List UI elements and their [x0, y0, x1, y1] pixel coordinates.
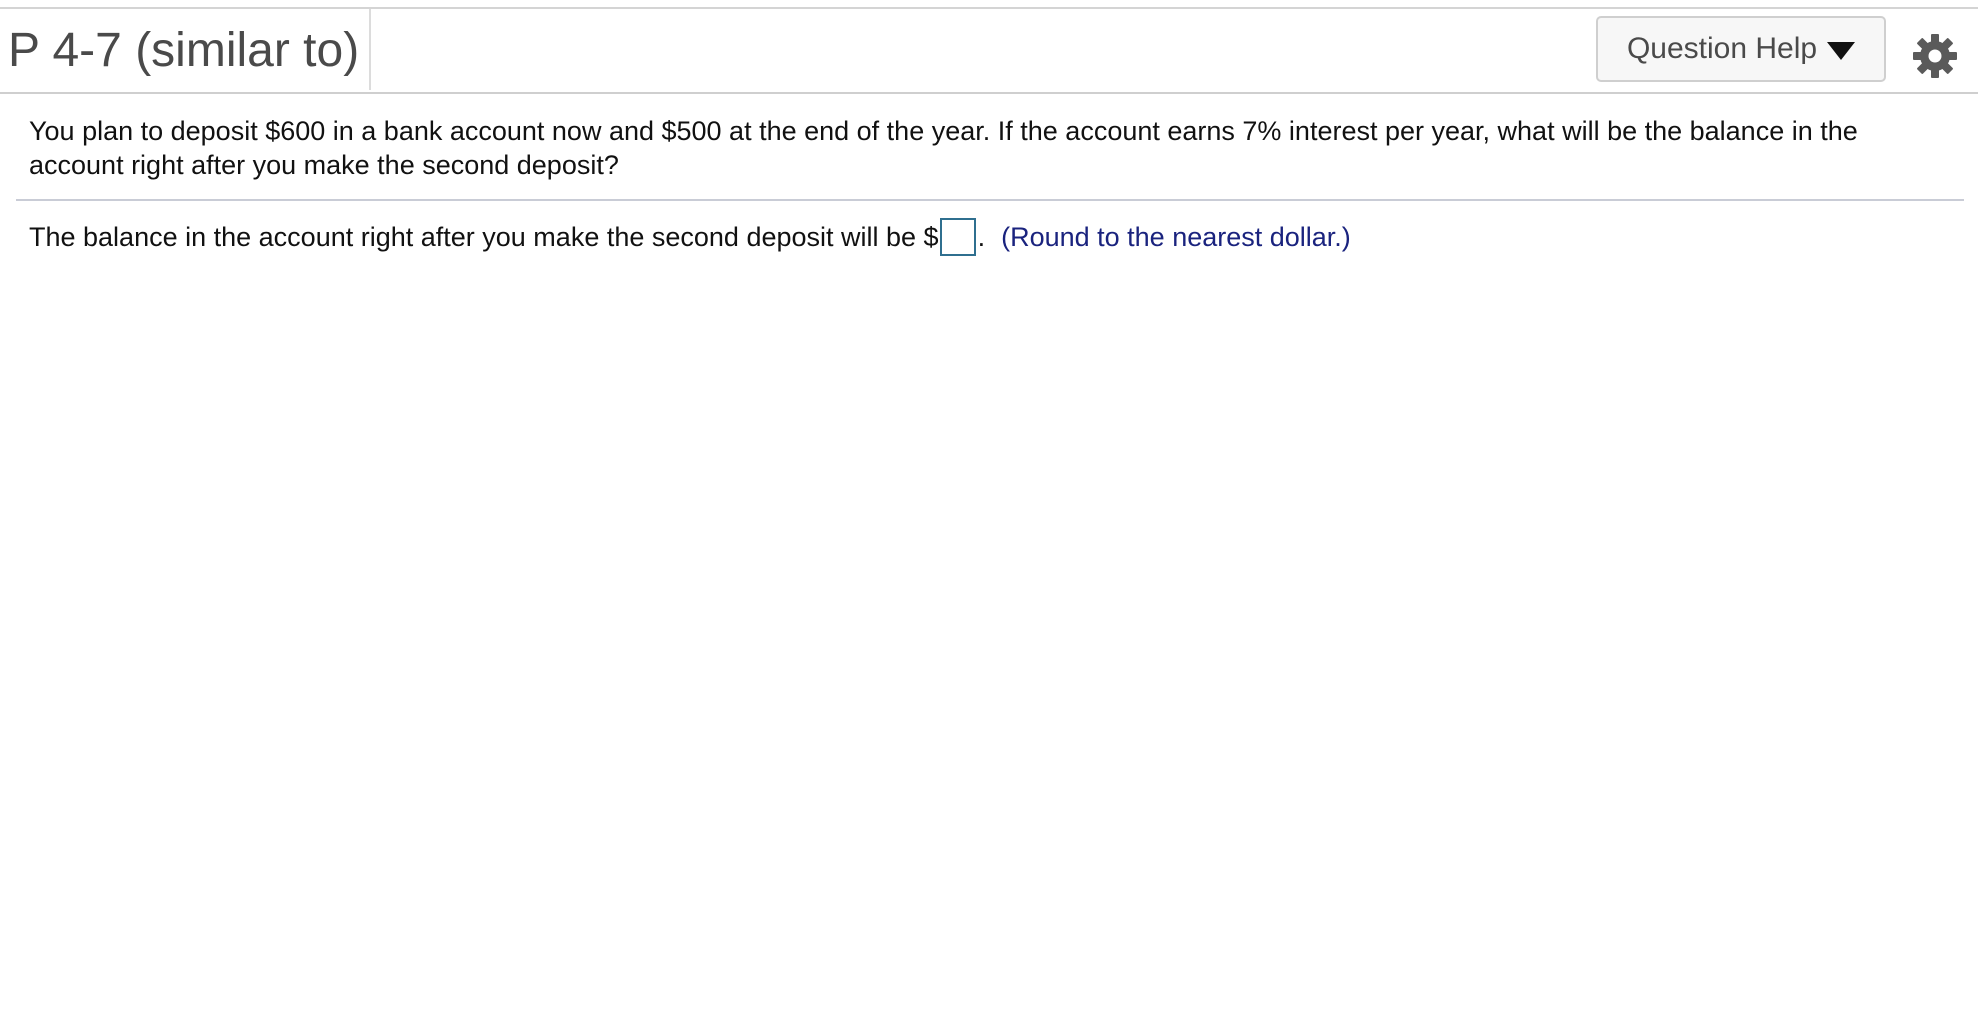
question-prompt: You plan to deposit $600 in a bank accou… — [29, 116, 1858, 180]
question-header: P 4-7 (similar to) Question Help — [0, 9, 1978, 94]
gear-icon[interactable] — [1912, 33, 1958, 79]
caret-down-icon — [1827, 42, 1856, 60]
question-page: P 4-7 (similar to) Question Help You pla… — [0, 0, 1978, 1016]
question-divider — [16, 199, 1964, 201]
question-help-button[interactable]: Question Help — [1596, 16, 1886, 82]
rounding-hint: (Round to the nearest dollar.) — [1001, 222, 1351, 252]
answer-suffix: . — [977, 222, 986, 252]
question-help-label: Question Help — [1626, 32, 1818, 65]
answer-line: The balance in the account right after y… — [29, 218, 1351, 256]
title-divider — [369, 9, 371, 90]
answer-prefix: The balance in the account right after y… — [29, 222, 939, 252]
answer-input[interactable] — [939, 218, 976, 256]
question-title: P 4-7 (similar to) — [8, 24, 360, 77]
